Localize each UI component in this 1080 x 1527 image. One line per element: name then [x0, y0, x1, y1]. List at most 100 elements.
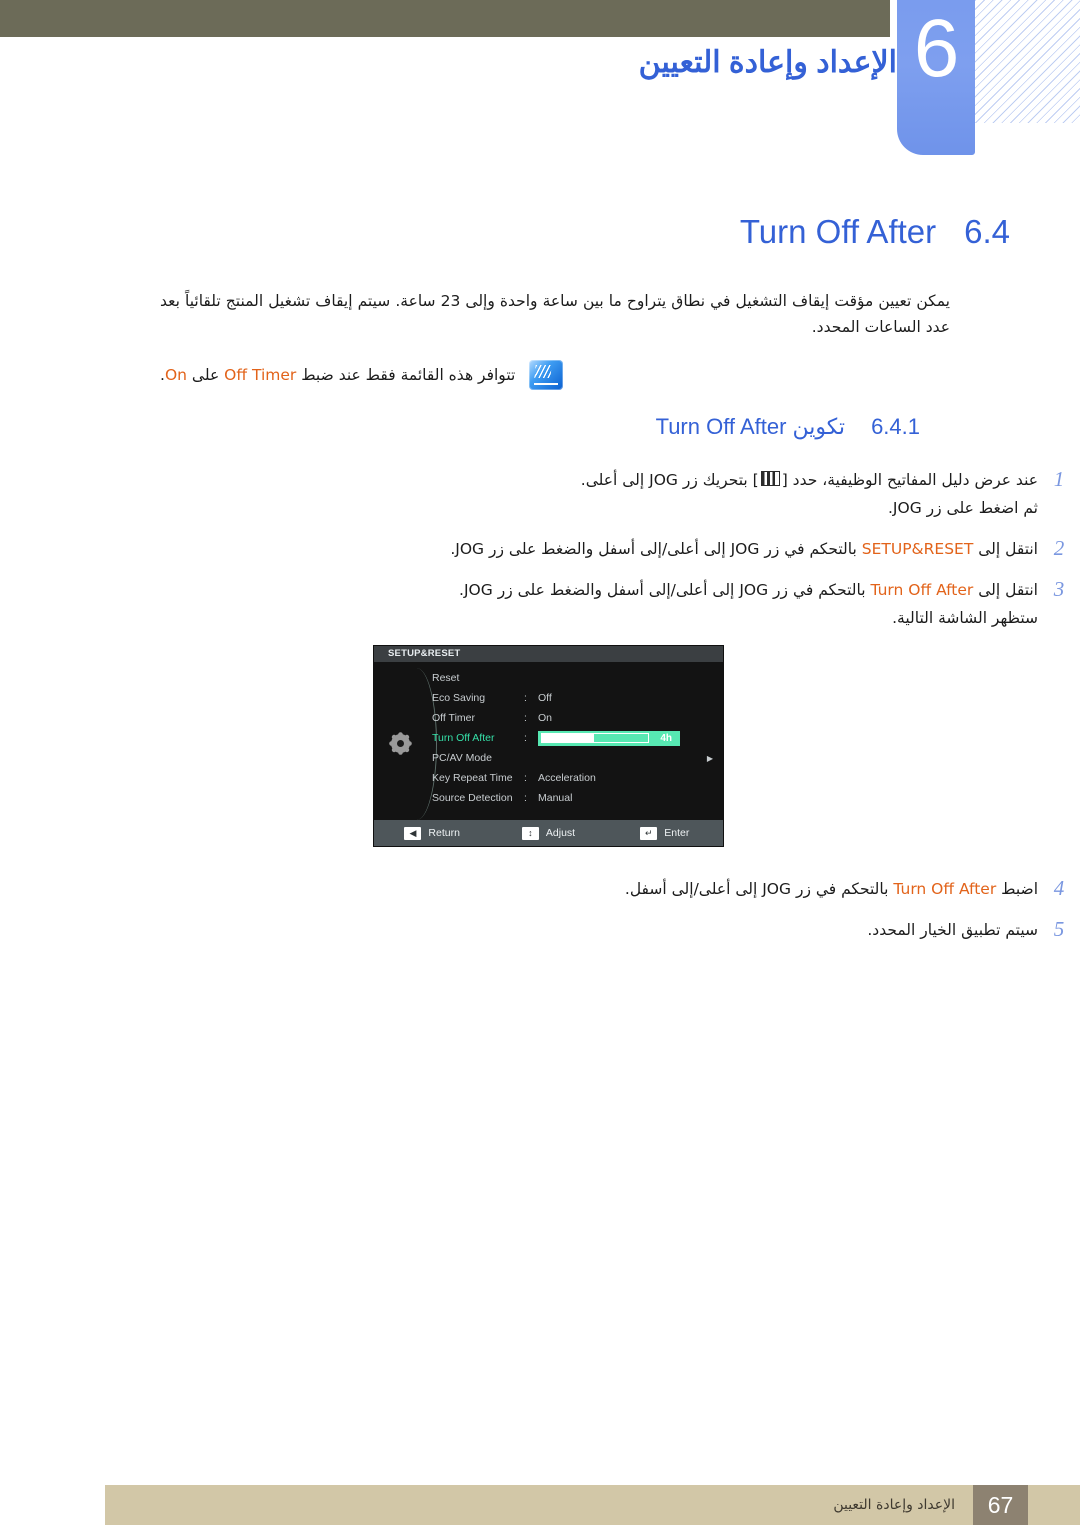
jog-button-label: JOG [739, 581, 769, 599]
section-heading: 6.4 Turn Off After [740, 212, 1010, 252]
osd-menu-items: Reset Eco Saving : Off Off Timer : On Tu… [432, 668, 717, 808]
step3-text-c: إلى أعلى/إلى أسفل والضغط على زر [497, 581, 735, 599]
subsection-arabic-label: تكوين [792, 414, 846, 439]
chevron-right-icon: ▶ [706, 753, 713, 763]
enter-key-icon: ↵ [640, 826, 658, 840]
step-item: 1 عند عرض دليل المفاتيح الوظيفية، حدد []… [0, 466, 1080, 522]
osd-label: Eco Saving [432, 692, 486, 704]
osd-colon: : [524, 712, 527, 724]
osd-footer-bar: ◀ Return ↕ Adjust ↵ Enter [374, 820, 723, 846]
osd-value: Manual [538, 792, 573, 804]
step-item: 5 سيتم تطبيق الخيار المحدد. [0, 916, 1080, 944]
step-number: 2 [1053, 536, 1065, 560]
step4-text-c: إلى أعلى/إلى أسفل. [624, 880, 758, 898]
step-item: 2 انتقل إلى SETUP&RESET بالتحكم في زر JO… [0, 535, 1080, 563]
step4-text-a: اضبط [1001, 880, 1038, 898]
chapter-number-badge: 6 [897, 0, 975, 155]
osd-row-eco-saving[interactable]: Eco Saving : Off [432, 688, 717, 708]
step3-text-a: انتقل إلى [978, 581, 1038, 599]
step4-keyword-turn-off-after: Turn Off After [893, 880, 997, 898]
top-header-bar [0, 0, 890, 37]
step-number: 1 [1053, 467, 1065, 491]
osd-row-source-detection[interactable]: Source Detection : Manual [432, 788, 717, 808]
slider-fill [542, 734, 594, 742]
step-number: 3 [1053, 577, 1065, 601]
turn-off-after-slider[interactable]: 4h [538, 730, 680, 746]
osd-label: Reset [432, 672, 460, 684]
menu-keycap-icon [760, 471, 780, 486]
osd-value: Off [538, 692, 552, 704]
note-text-middle: على [191, 366, 220, 384]
note-text: تتوافر هذه القائمة فقط عند ضبط Off Timer… [160, 360, 515, 388]
step1-text-a: عند عرض دليل المفاتيح الوظيفية، حدد [ [781, 471, 1038, 489]
step5-text: سيتم تطبيق الخيار المحدد. [867, 921, 1038, 939]
page-number: 67 [973, 1485, 1028, 1525]
diagonal-stripes-decoration [975, 0, 1080, 123]
osd-colon: : [524, 772, 527, 784]
osd-row-reset[interactable]: Reset [432, 668, 717, 688]
page-footer-text: الإعداد وإعادة التعيين [833, 1497, 955, 1513]
step-text: سيتم تطبيق الخيار المحدد. [160, 916, 1038, 944]
step2-text-a: انتقل إلى [978, 540, 1038, 558]
osd-label: Turn Off After [432, 732, 495, 744]
up-down-arrow-key-icon: ↕ [521, 826, 539, 840]
osd-footer-return[interactable]: ◀ Return [374, 826, 490, 840]
note-icon [529, 360, 564, 390]
osd-label: Off Timer [432, 712, 475, 724]
note-text-before: تتوافر هذه القائمة فقط عند ضبط [301, 366, 516, 384]
section-number: 6.4 [964, 213, 1010, 250]
osd-value: On [538, 712, 553, 724]
step3-keyword-turn-off-after: Turn Off After [870, 581, 974, 599]
osd-row-off-timer[interactable]: Off Timer : On [432, 708, 717, 728]
jog-button-label: JOG [455, 540, 485, 558]
osd-title: SETUP&RESET [374, 646, 723, 662]
jog-button-label: JOG [730, 540, 760, 558]
subsection-heading: 6.4.1 تكوين Turn Off After [656, 412, 920, 442]
note-keyword-on: On [164, 366, 187, 384]
jog-button-label: JOG [762, 880, 792, 898]
osd-footer-label: Enter [664, 827, 690, 839]
osd-row-turn-off-after[interactable]: Turn Off After : 4h [432, 728, 717, 748]
osd-footer-label: Return [428, 827, 460, 839]
chapter-title: الإعداد وإعادة التعيين [638, 46, 897, 79]
jog-button-label: JOG [892, 499, 922, 517]
osd-footer-adjust[interactable]: ↕ Adjust [490, 826, 606, 840]
subsection-english-label: Turn Off After [655, 414, 787, 439]
step-text: انتقل إلى Turn Off After بالتحكم في زر J… [160, 576, 1038, 632]
left-arrow-key-icon: ◀ [404, 826, 422, 840]
steps-list-before-osd: 1 عند عرض دليل المفاتيح الوظيفية، حدد []… [0, 466, 1080, 645]
subsection-number: 6.4.1 [871, 414, 920, 439]
jog-button-label: JOG [649, 471, 678, 489]
osd-row-pc-av-mode[interactable]: PC/AV Mode ▶ [432, 748, 717, 768]
steps-list-after-osd: 4 اضبط Turn Off After بالتحكم في زر JOG … [0, 875, 1080, 957]
osd-footer-enter[interactable]: ↵ Enter [607, 826, 723, 840]
step2-keyword-setup-reset: SETUP&RESET [861, 540, 974, 558]
osd-colon: : [524, 692, 527, 704]
osd-value: Acceleration [538, 772, 596, 784]
jog-button-label: JOG [463, 581, 493, 599]
step-text: اضبط Turn Off After بالتحكم في زر JOG إل… [160, 875, 1038, 903]
step2-text-c: إلى أعلى/إلى أسفل والضغط على زر [489, 540, 726, 558]
note-block: تتوافر هذه القائمة فقط عند ضبط Off Timer… [160, 360, 920, 390]
note-keyword-off-timer: Off Timer [224, 366, 297, 384]
step-text: عند عرض دليل المفاتيح الوظيفية، حدد [] ب… [160, 466, 1038, 522]
section-name: Turn Off After [739, 213, 937, 250]
step3-line2: ستظهر الشاشة التالية. [892, 609, 1038, 627]
osd-label: Key Repeat Time [432, 772, 513, 784]
step1-line2-a: ثم اضغط على زر [926, 499, 1038, 517]
osd-footer-label: Adjust [545, 827, 576, 839]
step-item: 4 اضبط Turn Off After بالتحكم في زر JOG … [0, 875, 1080, 903]
osd-row-key-repeat-time[interactable]: Key Repeat Time : Acceleration [432, 768, 717, 788]
step2-text-b: بالتحكم في زر [764, 540, 857, 558]
step-text: انتقل إلى SETUP&RESET بالتحكم في زر JOG … [160, 535, 1038, 563]
osd-colon: : [524, 792, 527, 804]
osd-label: Source Detection [432, 792, 513, 804]
osd-label: PC/AV Mode [432, 752, 492, 764]
step-number: 4 [1053, 876, 1065, 900]
step1-text-c: إلى أعلى. [580, 471, 645, 489]
osd-menu-screenshot: SETUP&RESET Reset Eco Saving : Off Off T… [373, 645, 724, 847]
chapter-number: 6 [913, 3, 960, 94]
step3-text-b: بالتحكم في زر [773, 581, 866, 599]
osd-colon: : [524, 732, 527, 744]
slider-value: 4h [660, 732, 672, 744]
